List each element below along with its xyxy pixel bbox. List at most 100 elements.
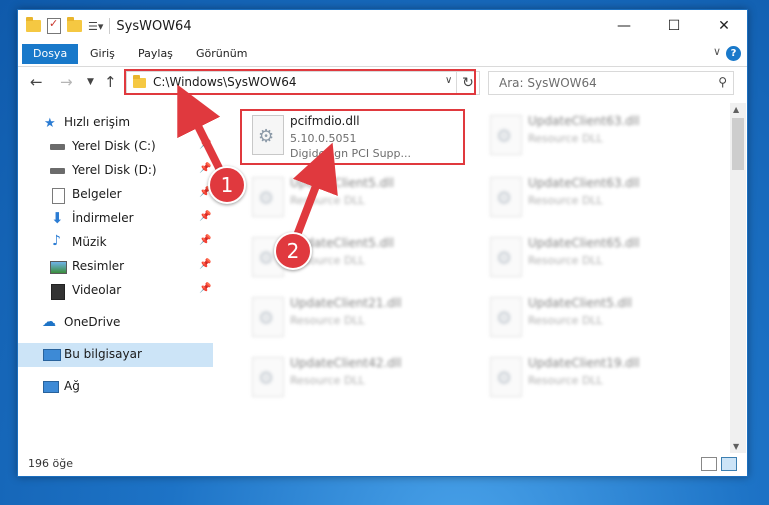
properties-icon[interactable] xyxy=(47,17,61,34)
file-description: Resource DLL xyxy=(290,194,365,207)
ribbon-tabs: Dosya Giriş Paylaş Görünüm ∨ ? xyxy=(18,42,747,67)
file-description: Resource DLL xyxy=(528,132,603,145)
file-name: UpdateClient63.dll xyxy=(528,176,640,190)
scrollbar-thumb[interactable] xyxy=(732,118,744,170)
nav-label: Belgeler xyxy=(72,187,122,201)
file-item[interactable]: UpdateClient63.dll Resource DLL xyxy=(478,109,703,163)
file-name: UpdateClient5.dll xyxy=(290,176,394,190)
file-item[interactable]: UpdateClient63.dll Resource DLL xyxy=(478,171,703,225)
customize-toolbar-icon[interactable]: ☰▾ xyxy=(88,20,103,33)
navigation-pane: ★ Hızlı erişim Yerel Disk (C:) 📌 Yerel D… xyxy=(18,103,213,451)
recent-locations-button[interactable]: ▼ xyxy=(87,77,94,87)
dll-file-icon xyxy=(490,237,522,277)
maximize-button[interactable]: ☐ xyxy=(651,10,697,42)
search-input[interactable]: Ara: SysWOW64 ⚲ xyxy=(488,71,734,95)
window-title: SysWOW64 xyxy=(116,18,192,34)
nav-item-disk-c[interactable]: Yerel Disk (C:) 📌 xyxy=(18,135,213,159)
file-item[interactable]: UpdateClient5.dll Resource DLL xyxy=(240,231,465,285)
address-row: ← → ▼ ↑ C:\Windows\SysWOW64 ∨ ↻ Ara: Sys… xyxy=(18,67,747,99)
nav-label: Hızlı erişim xyxy=(64,115,131,129)
pin-icon[interactable]: 📌 xyxy=(199,139,211,150)
nav-label: Resimler xyxy=(72,259,125,273)
nav-item-pictures[interactable]: Resimler 📌 xyxy=(18,255,213,279)
nav-item-videos[interactable]: Videolar 📌 xyxy=(18,279,213,303)
star-icon: ★ xyxy=(44,116,56,131)
nav-label: Bu bilgisayar xyxy=(64,347,142,361)
file-description: Resource DLL xyxy=(528,314,603,327)
minimize-button[interactable]: — xyxy=(601,10,647,42)
network-icon xyxy=(43,381,59,393)
help-icon[interactable]: ? xyxy=(726,46,741,61)
pin-icon[interactable]: 📌 xyxy=(199,259,211,270)
videos-icon xyxy=(51,284,65,300)
file-item[interactable]: UpdateClient5.dll Resource DLL xyxy=(478,291,703,345)
pin-icon[interactable]: 📌 xyxy=(199,163,211,174)
forward-button[interactable]: → xyxy=(60,73,73,91)
nav-item-quick-access[interactable]: ★ Hızlı erişim xyxy=(18,111,213,135)
nav-item-music[interactable]: ♪ Müzik 📌 xyxy=(18,231,213,255)
step-badge-1: 1 xyxy=(208,166,246,204)
tab-share[interactable]: Paylaş xyxy=(130,44,181,64)
file-name: UpdateClient19.dll xyxy=(528,356,640,370)
pin-icon[interactable]: 📌 xyxy=(199,283,211,294)
nav-label: Müzik xyxy=(72,235,107,249)
dll-file-icon xyxy=(490,115,522,155)
nav-label: Videolar xyxy=(72,283,122,297)
dll-file-icon xyxy=(252,297,284,337)
file-name: UpdateClient42.dll xyxy=(290,356,402,370)
details-view-icon[interactable] xyxy=(701,457,717,471)
nav-label: Yerel Disk (D:) xyxy=(72,163,157,177)
back-button[interactable]: ← xyxy=(30,73,43,91)
expand-ribbon-icon[interactable]: ∨ xyxy=(713,45,721,58)
file-item[interactable]: UpdateClient19.dll Resource DLL xyxy=(478,351,703,405)
file-item[interactable]: UpdateClient65.dll Resource DLL xyxy=(478,231,703,285)
file-item[interactable]: UpdateClient21.dll Resource DLL xyxy=(240,291,465,345)
dll-file-icon xyxy=(490,297,522,337)
drive-icon xyxy=(50,168,65,174)
large-icons-view-icon[interactable] xyxy=(721,457,737,471)
title-bar: ☰▾ SysWOW64 — ☐ ✕ xyxy=(18,10,747,42)
nav-item-network[interactable]: Ağ xyxy=(18,375,213,399)
nav-label: Ağ xyxy=(64,379,80,393)
folder-icon xyxy=(26,17,41,32)
search-icon: ⚲ xyxy=(718,75,727,89)
new-folder-icon[interactable] xyxy=(67,17,82,32)
nav-item-onedrive[interactable]: ☁ OneDrive xyxy=(18,311,213,335)
file-description: Resource DLL xyxy=(290,374,365,387)
file-item[interactable]: UpdateClient42.dll Resource DLL xyxy=(240,351,465,405)
dll-file-icon xyxy=(252,177,284,217)
up-button[interactable]: ↑ xyxy=(104,73,117,91)
tab-file[interactable]: Dosya xyxy=(22,44,79,64)
pin-icon[interactable]: 📌 xyxy=(199,235,211,246)
file-highlight-box xyxy=(240,109,465,165)
music-icon: ♪ xyxy=(52,233,61,249)
nav-label: OneDrive xyxy=(64,315,121,329)
file-name: UpdateClient63.dll xyxy=(528,114,640,128)
pin-icon[interactable]: 📌 xyxy=(199,211,211,222)
computer-icon xyxy=(43,349,61,361)
file-list: pcifmdio.dll 5.10.0.5051 Digidesign PCI … xyxy=(223,103,728,453)
nav-item-disk-d[interactable]: Yerel Disk (D:) 📌 xyxy=(18,159,213,183)
file-item[interactable]: UpdateClient5.dll Resource DLL xyxy=(240,171,465,225)
tab-view[interactable]: Görünüm xyxy=(188,44,255,64)
scroll-down-icon[interactable]: ▼ xyxy=(733,442,739,451)
dll-file-icon xyxy=(490,177,522,217)
nav-item-this-pc[interactable]: Bu bilgisayar xyxy=(18,343,213,367)
file-name: UpdateClient65.dll xyxy=(528,236,640,250)
close-button[interactable]: ✕ xyxy=(701,10,747,42)
file-description: Resource DLL xyxy=(528,254,603,267)
vertical-scrollbar[interactable]: ▲ ▼ xyxy=(730,103,746,453)
nav-item-downloads[interactable]: ⬇ İndirmeler 📌 xyxy=(18,207,213,231)
item-count: 196 öğe xyxy=(28,457,73,470)
tab-home[interactable]: Giriş xyxy=(82,44,123,64)
drive-icon xyxy=(50,144,65,150)
scroll-up-icon[interactable]: ▲ xyxy=(733,105,739,114)
file-description: Resource DLL xyxy=(528,194,603,207)
nav-item-documents[interactable]: Belgeler 📌 xyxy=(18,183,213,207)
file-name: UpdateClient5.dll xyxy=(528,296,632,310)
step-badge-2: 2 xyxy=(274,232,312,270)
nav-label: İndirmeler xyxy=(72,211,134,225)
download-icon: ⬇ xyxy=(51,209,64,227)
status-bar: 196 öğe xyxy=(18,453,747,475)
dll-file-icon xyxy=(252,357,284,397)
